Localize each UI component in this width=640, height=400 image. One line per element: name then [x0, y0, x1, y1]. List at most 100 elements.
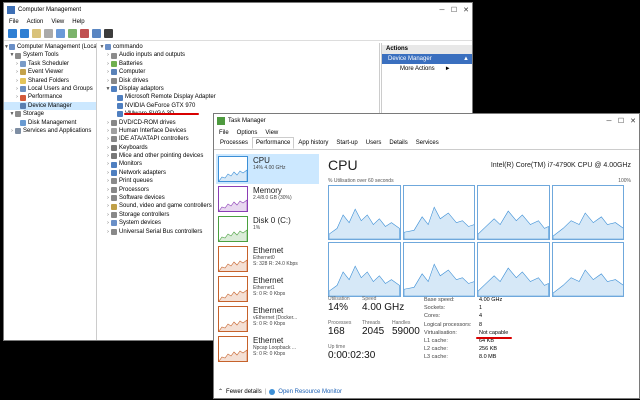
resource-thumbnail-graph [218, 246, 248, 272]
back-icon[interactable] [8, 29, 17, 38]
resource-monitor-icon [269, 388, 276, 395]
forward-icon[interactable] [20, 29, 29, 38]
actions-device-manager[interactable]: Device Manager ▲ [382, 54, 472, 64]
tab-users[interactable]: Users [362, 137, 386, 149]
submenu-arrow-icon: ► [444, 66, 451, 72]
tab-processes[interactable]: Processes [216, 137, 252, 149]
device-category-icon [111, 228, 117, 235]
tab-performance[interactable]: Performance [252, 137, 295, 149]
tm-menu-view[interactable]: View [265, 130, 278, 136]
resource-throughput: S: 0 R: 0 Kbps [253, 291, 286, 297]
minimize-button[interactable]: ─ [436, 7, 448, 14]
collapse-up-icon[interactable]: ⌃ [218, 388, 223, 395]
device-category-icon [117, 94, 123, 101]
device-tree-item[interactable]: Microsoft Remote Display Adapter [97, 93, 379, 101]
menu-view[interactable]: View [51, 19, 64, 25]
services-icon [15, 128, 21, 135]
tab-start-up[interactable]: Start-up [332, 137, 361, 149]
tree-item-computer-management[interactable]: ▼ Computer Management (Local [4, 43, 96, 51]
device-tree-item[interactable]: › Batteries [97, 60, 379, 68]
device-category-icon [111, 220, 117, 227]
device-category-icon [111, 186, 117, 193]
tm-minimize-button[interactable]: ─ [603, 118, 615, 125]
fewer-details-link[interactable]: Fewer details [226, 389, 262, 395]
cpu-specs: Base speed: 4.00 GHz Sockets: 1 Cores: 4 Logic… [424, 296, 508, 362]
tm-close-button[interactable]: ✕ [627, 117, 639, 125]
tree-item-performance[interactable]: › Performance [4, 93, 96, 101]
menu-file[interactable]: File [9, 19, 19, 25]
resource-title: Ethernet [253, 246, 284, 255]
tools-icon [15, 52, 21, 59]
tm-menu-options[interactable]: Options [237, 130, 258, 136]
tree-item-storage[interactable]: ▼ Storage [4, 110, 96, 118]
resource-item-ethernet[interactable]: Ethernet Ethernet0 S: 328 R: 24.0 Kbps [216, 244, 319, 274]
menu-help[interactable]: Help [72, 19, 84, 25]
spec-value: 8 [479, 321, 483, 328]
cm-titlebar[interactable]: Computer Management ─ ☐ ✕ [4, 3, 472, 17]
resource-item-ethernet[interactable]: Ethernet vEthernet (Docker... S: 0 R: 0 Kb… [216, 304, 319, 334]
device-category-icon [111, 195, 117, 202]
task-manager-icon [217, 117, 225, 125]
utilisation-graph-label: % Utilisation over 60 seconds [328, 178, 394, 184]
tree-item-system-tools[interactable]: ▼ System Tools [4, 51, 96, 59]
tm-titlebar[interactable]: Task Manager ─ ☐ ✕ [214, 114, 639, 128]
remove-device-icon[interactable] [80, 29, 89, 38]
performance-icon [20, 94, 26, 101]
tm-menu-file[interactable]: File [219, 130, 229, 136]
resource-item-disk[interactable]: Disk 0 (C:) 1% [216, 214, 319, 244]
tab-details[interactable]: Details [385, 137, 411, 149]
stat-handles: Handles 59000 [392, 320, 420, 337]
tree-item-shared-folders[interactable]: › Shared Folders [4, 77, 96, 85]
more-actions[interactable]: More Actions ► [382, 64, 472, 74]
device-tree-item[interactable]: › Audio inputs and outputs [97, 51, 379, 59]
resource-thumbnail-graph [218, 306, 248, 332]
device-tree-item[interactable]: ▼ Display adaptors [97, 85, 379, 93]
resource-item-ethernet[interactable]: Ethernet Npcap Loopback ... S: 0 R: 0 Kbps [216, 334, 319, 364]
stat-uptime: Up time 0:00:02:30 [328, 344, 376, 361]
help-icon[interactable] [56, 29, 65, 38]
tree-item-event-viewer[interactable]: › Event Viewer [4, 68, 96, 76]
resource-item-ethernet[interactable]: Ethernet Ethernet1 S: 0 R: 0 Kbps [216, 274, 319, 304]
device-category-icon [117, 102, 123, 109]
spec-key: L1 cache: [424, 337, 448, 344]
tree-item-device-manager[interactable]: Device Manager [4, 101, 96, 111]
stat-threads: Threads 2045 [362, 320, 385, 337]
properties-icon[interactable] [44, 29, 53, 38]
spec-value: 1 [479, 305, 483, 312]
scan-hardware-icon[interactable] [92, 29, 101, 38]
spec-value: 4.00 GHz [479, 297, 503, 303]
menu-action[interactable]: Action [27, 19, 44, 25]
maximize-button[interactable]: ☐ [448, 6, 460, 14]
device-category-icon [111, 77, 117, 84]
spec-key: L3 cache: [424, 354, 448, 361]
spec-row: Base speed: 4.00 GHz [424, 296, 508, 304]
resource-thumbnail-graph [218, 156, 248, 182]
disk-icon [20, 119, 26, 126]
disable-device-icon[interactable] [104, 29, 113, 38]
open-resource-monitor-link[interactable]: Open Resource Monitor [278, 389, 342, 395]
tree-item-task-scheduler[interactable]: › Task Scheduler [4, 60, 96, 68]
tree-item-services-applications[interactable]: › Services and Applications [4, 127, 96, 135]
resource-item-cpu[interactable]: CPU 14% 4.00 GHz [216, 154, 319, 184]
device-tree-item[interactable]: › Disk drives [97, 77, 379, 85]
device-tree-item[interactable]: › Computer [97, 68, 379, 76]
resource-throughput: S: 0 R: 0 Kbps [253, 351, 286, 357]
monitor-icon[interactable] [68, 29, 77, 38]
folder-icon[interactable] [32, 29, 41, 38]
spec-row: L2 cache: 256 KB [424, 345, 508, 353]
shared-folder-icon [20, 77, 26, 84]
highlight-underline-gpu [124, 113, 199, 115]
tree-item-disk-management[interactable]: Disk Management [4, 119, 96, 127]
device-tree-item[interactable]: NVIDIA GeForce GTX 970 [97, 102, 379, 110]
device-tree-item[interactable]: ▼ commando [97, 43, 379, 51]
tab-services[interactable]: Services [412, 137, 443, 149]
tab-app-history[interactable]: App history [294, 137, 332, 149]
close-button[interactable]: ✕ [460, 6, 472, 14]
cm-menubar: File Action View Help [4, 17, 472, 27]
spec-key: Logical processors: [424, 321, 472, 328]
tm-maximize-button[interactable]: ☐ [615, 117, 627, 125]
resource-item-memory[interactable]: Memory 2.4/8.0 GB (30%) [216, 184, 319, 214]
device-category-icon [105, 44, 111, 51]
tree-item-local-users[interactable]: › Local Users and Groups [4, 85, 96, 93]
spec-row: L3 cache: 8.0 MB [424, 353, 508, 361]
